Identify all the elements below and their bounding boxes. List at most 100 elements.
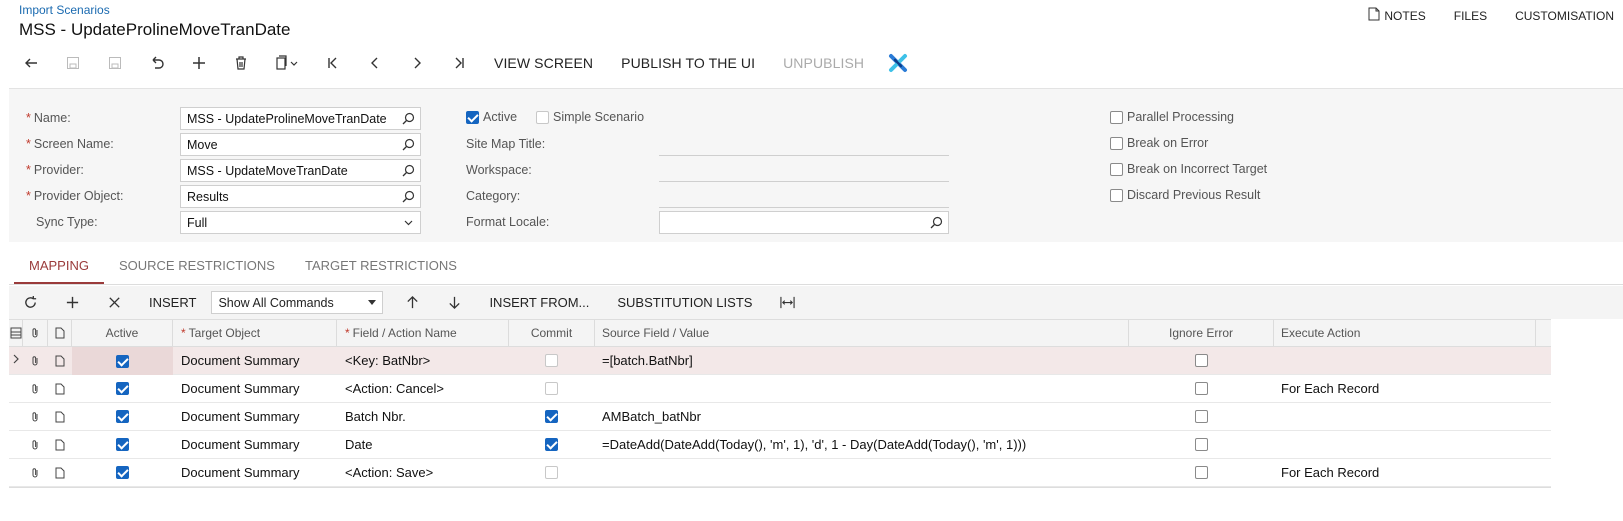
cell-field-action-name[interactable]: Date: [337, 431, 509, 458]
attachment-icon[interactable]: [23, 403, 48, 430]
fit-columns-icon[interactable]: [766, 286, 808, 319]
attachment-icon[interactable]: [23, 459, 48, 486]
workspace-field[interactable]: [659, 181, 949, 182]
table-row[interactable]: Document Summary Batch Nbr. AMBatch_batNbr: [9, 403, 1551, 431]
refresh-icon[interactable]: [9, 286, 51, 319]
cell-commit[interactable]: [509, 347, 595, 374]
command-filter-select[interactable]: Show All Commands: [211, 291, 384, 314]
note-icon[interactable]: [48, 375, 72, 402]
checkbox-unchecked[interactable]: [1194, 466, 1208, 479]
cell-ignore-error[interactable]: [1129, 431, 1274, 458]
cell-execute-action[interactable]: [1274, 431, 1536, 458]
save-icon[interactable]: [94, 46, 136, 80]
attachment-icon[interactable]: [23, 347, 48, 374]
first-record-icon[interactable]: [312, 46, 354, 80]
note-icon[interactable]: [48, 347, 72, 374]
active-checkbox[interactable]: Active: [466, 110, 517, 124]
last-record-icon[interactable]: [438, 46, 480, 80]
checkbox-checked[interactable]: [115, 410, 129, 423]
cell-source-field-value[interactable]: [595, 375, 1129, 402]
simple-scenario-checkbox[interactable]: Simple Scenario: [536, 110, 644, 124]
cell-active[interactable]: [72, 431, 173, 458]
x-logo-icon[interactable]: [878, 53, 918, 73]
table-row[interactable]: Document Summary Date =DateAdd(DateAdd(Tod…: [9, 431, 1551, 459]
cell-field-action-name[interactable]: <Key: BatNbr>: [337, 347, 509, 374]
sync-type-select[interactable]: Full: [180, 211, 421, 234]
cell-field-action-name[interactable]: <Action: Save>: [337, 459, 509, 486]
row-selector[interactable]: [9, 459, 23, 486]
parallel-processing-checkbox[interactable]: Parallel Processing: [1110, 110, 1234, 124]
checkbox-unchecked[interactable]: [1194, 410, 1208, 423]
cell-execute-action[interactable]: For Each Record: [1274, 375, 1536, 402]
row-selector[interactable]: [9, 347, 23, 374]
next-record-icon[interactable]: [396, 46, 438, 80]
cell-active[interactable]: [72, 403, 173, 430]
insert-from-button[interactable]: INSERT FROM...: [475, 295, 603, 310]
add-row-icon[interactable]: [51, 286, 93, 319]
header-source-field-value[interactable]: Source Field / Value: [595, 320, 1129, 346]
tab-mapping[interactable]: MAPPING: [14, 250, 104, 284]
cell-active[interactable]: [72, 459, 173, 486]
site-map-title-field[interactable]: [659, 155, 949, 156]
break-on-incorrect-target-checkbox[interactable]: Break on Incorrect Target: [1110, 162, 1267, 176]
cell-target-object[interactable]: Document Summary: [173, 403, 337, 430]
checkbox-unchecked[interactable]: [1194, 354, 1208, 367]
cell-ignore-error[interactable]: [1129, 375, 1274, 402]
header-active[interactable]: Active: [72, 320, 173, 346]
row-selector-header-icon[interactable]: [9, 320, 23, 346]
cell-active[interactable]: [72, 347, 173, 375]
move-down-icon[interactable]: [433, 286, 475, 319]
checkbox-checked[interactable]: [115, 382, 129, 395]
cell-source-field-value[interactable]: AMBatch_batNbr: [595, 403, 1129, 430]
cell-ignore-error[interactable]: [1129, 347, 1274, 374]
copy-paste-icon[interactable]: [262, 46, 312, 80]
note-icon[interactable]: [48, 431, 72, 458]
header-field-action-name[interactable]: * Field / Action Name: [337, 320, 509, 346]
notes-link[interactable]: NOTES: [1368, 7, 1426, 24]
provider-field[interactable]: MSS - UpdateMoveTranDate: [180, 159, 421, 182]
undo-icon[interactable]: [136, 46, 178, 80]
checkbox-unchecked[interactable]: [545, 382, 558, 395]
header-commit[interactable]: Commit: [509, 320, 595, 346]
cell-field-action-name[interactable]: <Action: Cancel>: [337, 375, 509, 402]
cell-target-object[interactable]: Document Summary: [173, 375, 337, 402]
checkbox-unchecked[interactable]: [1194, 438, 1208, 451]
delete-row-icon[interactable]: [93, 286, 135, 319]
checkbox-checked[interactable]: [115, 354, 129, 368]
attachment-icon[interactable]: [23, 431, 48, 458]
format-locale-field[interactable]: [659, 211, 949, 234]
cell-field-action-name[interactable]: Batch Nbr.: [337, 403, 509, 430]
cell-ignore-error[interactable]: [1129, 403, 1274, 430]
view-screen-button[interactable]: VIEW SCREEN: [480, 55, 607, 71]
row-selector[interactable]: [9, 403, 23, 430]
header-ignore-error[interactable]: Ignore Error: [1129, 320, 1274, 346]
cell-active[interactable]: [72, 375, 173, 402]
break-on-error-checkbox[interactable]: Break on Error: [1110, 136, 1208, 150]
checkbox-checked[interactable]: [115, 466, 129, 479]
screen-name-field[interactable]: Move: [180, 133, 421, 156]
checkbox-checked[interactable]: [545, 438, 558, 451]
checkbox-unchecked[interactable]: [545, 466, 558, 479]
checkbox-unchecked[interactable]: [1194, 382, 1208, 395]
cell-commit[interactable]: [509, 431, 595, 458]
cell-ignore-error[interactable]: [1129, 459, 1274, 486]
delete-icon[interactable]: [220, 46, 262, 80]
cell-target-object[interactable]: Document Summary: [173, 431, 337, 458]
publish-button[interactable]: PUBLISH TO THE UI: [607, 55, 769, 71]
row-selector[interactable]: [9, 431, 23, 458]
substitution-lists-button[interactable]: SUBSTITUTION LISTS: [603, 295, 766, 310]
table-row[interactable]: Document Summary <Action: Cancel> For Each…: [9, 375, 1551, 403]
discard-previous-result-checkbox[interactable]: Discard Previous Result: [1110, 188, 1260, 202]
row-selector[interactable]: [9, 375, 23, 402]
cell-source-field-value[interactable]: [595, 459, 1129, 486]
back-icon[interactable]: [10, 46, 52, 80]
cell-commit[interactable]: [509, 459, 595, 486]
table-row[interactable]: Document Summary <Key: BatNbr> =[batch.Bat…: [9, 347, 1551, 375]
cell-target-object[interactable]: Document Summary: [173, 459, 337, 486]
cell-target-object[interactable]: Document Summary: [173, 347, 337, 374]
provider-object-field[interactable]: Results: [180, 185, 421, 208]
header-execute-action[interactable]: Execute Action: [1274, 320, 1536, 346]
note-icon[interactable]: [48, 403, 72, 430]
cell-execute-action[interactable]: [1274, 403, 1536, 430]
name-field[interactable]: MSS - UpdateProlineMoveTranDate: [180, 107, 421, 130]
